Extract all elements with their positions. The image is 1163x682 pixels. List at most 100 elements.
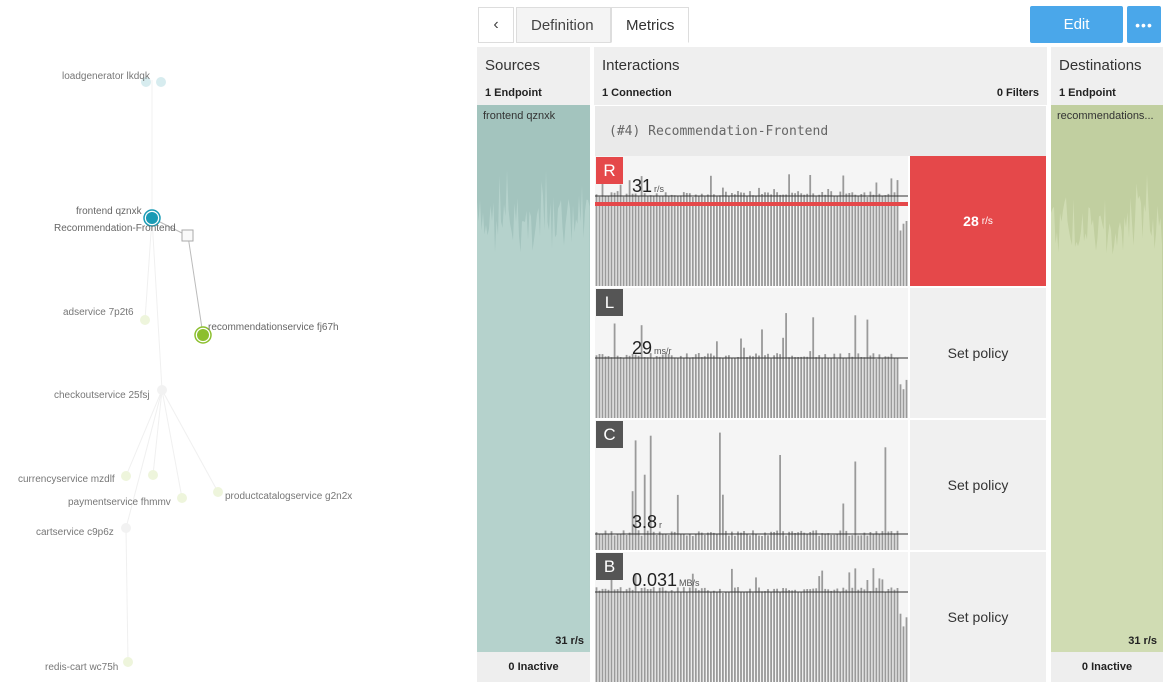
service-graph[interactable]: loadgenerator lkdqk frontend qznxk Recom… (0, 0, 476, 682)
metric-bar (899, 384, 902, 418)
metric-bar (640, 535, 643, 550)
metric-alert-requests[interactable]: 28 r/s (910, 156, 1046, 286)
metric-bar (803, 194, 806, 286)
metric-bar (815, 530, 818, 550)
graph-node[interactable] (121, 471, 131, 481)
metric-bar (824, 588, 827, 682)
metric-bar (803, 356, 806, 418)
metric-bar (866, 535, 869, 550)
node-label-currencyservice[interactable]: currencyservice mzdlf (18, 474, 115, 485)
metric-bar (890, 353, 893, 418)
metric-bar (616, 589, 619, 682)
metric-bar (803, 589, 806, 682)
metric-bar (842, 587, 845, 682)
node-label-loadgenerator[interactable]: loadgenerator lkdqk (62, 71, 150, 82)
back-button[interactable]: ‹ (478, 7, 514, 43)
metric-chart-latency[interactable]: L 29 ms/r (595, 288, 908, 418)
node-label-productcatalogservice[interactable]: productcatalogservice g2n2x (225, 491, 352, 502)
metric-bar (878, 533, 881, 550)
set-policy-button[interactable]: Set policy (910, 288, 1046, 418)
metric-bar (643, 193, 646, 286)
metric-bar (842, 503, 845, 550)
graph-node[interactable] (148, 470, 158, 480)
set-policy-button[interactable]: Set policy (910, 420, 1046, 550)
node-label-adservice[interactable]: adservice 7p2t6 (63, 307, 134, 318)
graph-node[interactable] (156, 77, 166, 87)
metric-bar (719, 195, 721, 286)
metric-bar (764, 355, 766, 418)
metric-bar (722, 357, 724, 418)
metric-bar (703, 196, 706, 286)
metric-bar (719, 357, 721, 418)
metric-bar (649, 588, 652, 682)
metric-bar (785, 313, 787, 418)
metric-bar (700, 588, 703, 682)
metric-chart-concurrency[interactable]: C 3.8 r (595, 420, 908, 550)
metric-bar (703, 587, 706, 682)
metric-bar (854, 461, 857, 550)
node-label-frontend[interactable]: frontend qznxk (76, 206, 142, 217)
metric-bar (815, 196, 818, 286)
tab-metrics[interactable]: Metrics (611, 7, 689, 43)
graph-node[interactable] (177, 493, 187, 503)
filters-count[interactable]: 0 Filters (997, 87, 1039, 99)
tab-definition[interactable]: Definition (516, 7, 611, 43)
node-label-paymentservice[interactable]: paymentservice fhmmv (68, 497, 171, 508)
metric-bar (685, 535, 688, 550)
node-label-cartservice[interactable]: cartservice c9p6z (36, 527, 114, 538)
metric-bar (710, 592, 712, 682)
metric-bar (649, 195, 652, 286)
metric-bar (791, 590, 793, 682)
metric-chart-bytes[interactable]: B 0.031 MB/s (595, 552, 908, 682)
connection-node[interactable] (181, 229, 194, 242)
metric-bar (770, 591, 772, 682)
graph-node[interactable] (140, 315, 150, 325)
metric-bar (857, 589, 860, 682)
metric-bar (833, 353, 836, 418)
metric-bar (616, 534, 619, 550)
destinations-inactive[interactable]: 0 Inactive (1051, 652, 1163, 682)
metric-bar (604, 356, 607, 418)
metric-bar (758, 587, 760, 682)
destination-endpoint[interactable]: recommendations... 31 r/s (1051, 105, 1163, 652)
metric-row-concurrency: C 3.8 r Set policy (595, 420, 1046, 550)
metric-bar (598, 354, 601, 418)
metric-bar (782, 337, 784, 418)
metric-bar (676, 494, 679, 550)
metric-bar (869, 532, 872, 550)
metric-bar (682, 587, 685, 682)
metric-bar (652, 357, 655, 418)
metric-chart-requests[interactable]: R 31 r/s (595, 156, 908, 286)
metric-bar (622, 530, 625, 550)
node-label-connection[interactable]: Recommendation-Frontend (54, 223, 176, 234)
sources-inactive[interactable]: 0 Inactive (477, 652, 590, 682)
metric-bar (788, 357, 790, 418)
node-label-recommendationservice[interactable]: recommendationservice fj67h (208, 322, 339, 333)
connection-title[interactable]: (#4) Recommendation-Frontend (595, 106, 1046, 156)
more-options-button[interactable]: ••• (1127, 6, 1161, 43)
node-label-checkoutservice[interactable]: checkoutservice 25fsj (54, 390, 150, 401)
metric-bar (610, 571, 613, 682)
graph-node[interactable] (213, 487, 223, 497)
edit-button[interactable]: Edit (1030, 6, 1123, 43)
metric-bar (694, 588, 697, 682)
metric-bar (893, 533, 896, 550)
metric-bar (902, 223, 905, 286)
metric-bar (752, 530, 754, 550)
node-label-redis-cart[interactable]: redis-cart wc75h (45, 662, 118, 673)
metric-bar (710, 532, 712, 550)
metric-bar (806, 356, 809, 418)
source-endpoint[interactable]: frontend qznxk 31 r/s (477, 105, 590, 652)
metric-bar (773, 355, 775, 418)
set-policy-button[interactable]: Set policy (910, 552, 1046, 682)
metric-bar (682, 534, 685, 550)
metric-bar (794, 357, 796, 418)
metric-bar (899, 613, 902, 682)
graph-node[interactable] (123, 657, 133, 667)
metric-bar (860, 587, 863, 682)
metric-bar (667, 353, 670, 418)
graph-node[interactable] (157, 385, 167, 395)
metric-row-bytes: B 0.031 MB/s Set policy (595, 552, 1046, 682)
metric-bar (679, 195, 682, 286)
graph-node[interactable] (121, 523, 131, 533)
